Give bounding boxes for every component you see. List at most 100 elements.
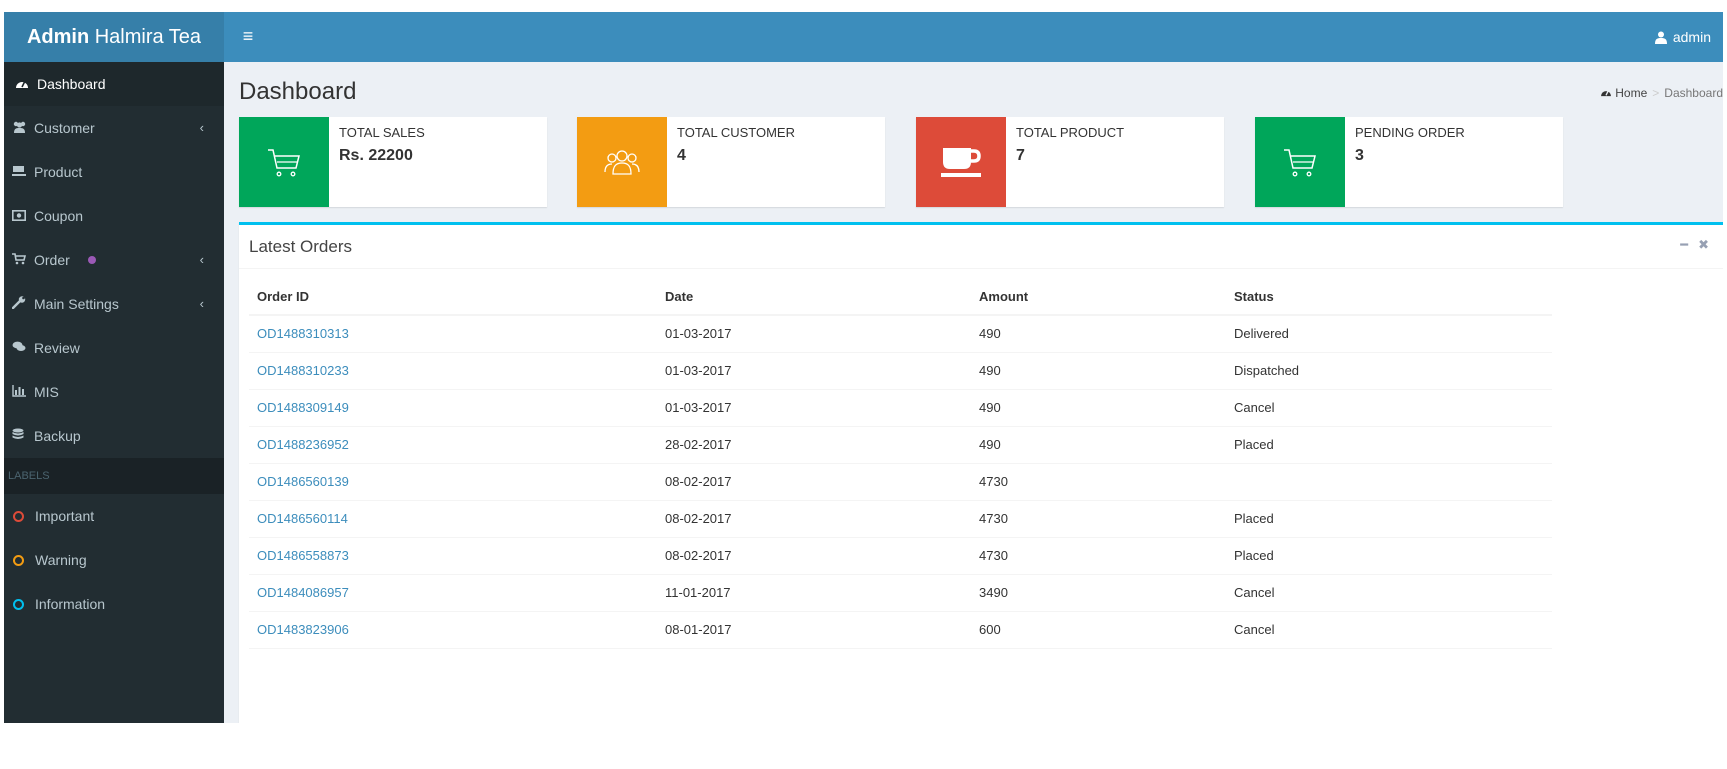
sidebar-label-information[interactable]: Information <box>4 582 224 626</box>
sidebar-item-label: Coupon <box>34 208 84 224</box>
order-status: Delivered <box>1226 315 1552 353</box>
info-box-pending-order: PENDING ORDER 3 <box>1255 117 1563 207</box>
order-amount: 490 <box>971 426 1226 464</box>
table-row: OD1483823906 08-01-2017 600 Cancel <box>249 611 1552 649</box>
order-amount: 490 <box>971 315 1226 353</box>
sidebar-item-label: Warning <box>35 552 87 568</box>
column-header-amount: Amount <box>971 279 1226 316</box>
box-title: Latest Orders <box>249 237 352 256</box>
sidebar-item-label: Dashboard <box>37 76 106 92</box>
logo-bold: Admin <box>26 26 90 48</box>
breadcrumb: Home > Dashboard <box>1600 86 1723 100</box>
sidebar-label-important[interactable]: Important <box>4 494 224 538</box>
order-id-link[interactable]: OD1486560114 <box>257 511 348 526</box>
page-title: Dashboard <box>239 78 357 105</box>
order-id-link[interactable]: OD1486558873 <box>257 548 349 563</box>
sidebar-label-warning[interactable]: Warning <box>4 538 224 582</box>
sidebar-item-review[interactable]: Review <box>4 326 224 370</box>
info-box-label: PENDING ORDER <box>1355 125 1465 140</box>
sidebar-item-label: Review <box>34 340 80 356</box>
chevron-left-icon: ‹ <box>199 252 204 267</box>
order-id-link[interactable]: OD1488236952 <box>257 437 349 452</box>
order-date: 01-03-2017 <box>657 352 971 390</box>
cart-icon <box>239 117 329 207</box>
circle-icon <box>13 599 24 610</box>
order-status: Placed <box>1226 426 1552 464</box>
circle-icon <box>13 555 24 566</box>
info-box-total-sales: TOTAL SALES Rs. 22200 <box>239 117 547 207</box>
sidebar-item-backup[interactable]: Backup <box>4 414 224 458</box>
sidebar: Dashboard Customer ‹ Product Coupon Orde… <box>4 62 224 723</box>
coffee-cup-icon <box>916 117 1006 207</box>
stats-row: TOTAL SALES Rs. 22200 TOTAL CUSTOMER 4 T… <box>239 117 1723 207</box>
sidebar-item-product[interactable]: Product <box>4 150 224 194</box>
wrench-icon <box>11 283 34 327</box>
top-navbar: ≡ admin <box>224 12 1723 62</box>
sidebar-item-label: Main Settings <box>34 296 119 312</box>
order-amount: 490 <box>971 352 1226 390</box>
order-id-link[interactable]: OD1483823906 <box>257 622 349 637</box>
database-icon <box>12 415 34 459</box>
table-header-row: Order ID Date Amount Status <box>249 279 1552 316</box>
sidebar-item-label: Information <box>35 596 106 612</box>
order-status: Dispatched <box>1226 352 1552 390</box>
hamburger-icon[interactable]: ≡ <box>236 12 260 62</box>
sidebar-item-label: Important <box>35 508 95 524</box>
table-row: OD1484086957 11-01-2017 3490 Cancel <box>249 574 1552 612</box>
breadcrumb-separator: > <box>1652 86 1660 100</box>
sidebar-item-mis[interactable]: MIS <box>4 370 224 414</box>
latest-orders-box: Latest Orders ━ ✖ Order ID Date Amount St… <box>239 222 1723 723</box>
sidebar-item-label: MIS <box>34 384 59 400</box>
order-status <box>1226 463 1552 501</box>
order-date: 11-01-2017 <box>657 574 971 612</box>
order-id-link[interactable]: OD1488309149 <box>257 400 349 415</box>
order-id-link[interactable]: OD1484086957 <box>257 585 349 600</box>
app-logo[interactable]: Admin Halmira Tea <box>4 12 224 62</box>
sidebar-item-dashboard[interactable]: Dashboard <box>4 62 224 106</box>
sidebar-item-order[interactable]: Order ‹ <box>4 238 224 282</box>
minimize-icon[interactable]: ━ <box>1680 237 1688 252</box>
order-amount: 4730 <box>971 537 1226 575</box>
table-row: OD1488310313 01-03-2017 490 Delivered <box>249 315 1552 353</box>
info-box-label: TOTAL CUSTOMER <box>677 125 795 140</box>
admin-app: Admin Halmira Tea ≡ admin Dashboard Cust… <box>4 12 1723 723</box>
info-box-total-product: TOTAL PRODUCT 7 <box>916 117 1224 207</box>
sidebar-item-coupon[interactable]: Coupon <box>4 194 224 238</box>
order-status: Placed <box>1226 500 1552 538</box>
info-box-label: TOTAL PRODUCT <box>1016 125 1125 140</box>
main-content: Dashboard Home > Dashboard TOTAL SALES Rs.… <box>224 62 1723 723</box>
order-date: 08-01-2017 <box>657 611 971 649</box>
user-icon <box>1654 14 1667 64</box>
info-box-value: 4 <box>677 147 686 164</box>
column-header-status: Status <box>1226 279 1552 316</box>
close-icon[interactable]: ✖ <box>1698 237 1709 252</box>
dashboard-icon <box>15 63 37 107</box>
cart-icon <box>12 239 34 283</box>
comments-icon <box>12 327 34 371</box>
sidebar-item-main-settings[interactable]: Main Settings ‹ <box>4 282 224 326</box>
users-icon <box>12 107 34 151</box>
order-amount: 4730 <box>971 463 1226 501</box>
labels-header: LABELS <box>4 458 224 494</box>
box-tools: ━ ✖ <box>1670 237 1709 253</box>
table-row: OD1486558873 08-02-2017 4730 Placed <box>249 537 1552 575</box>
breadcrumb-home[interactable]: Home <box>1615 86 1647 100</box>
table-row: OD1486560114 08-02-2017 4730 Placed <box>249 500 1552 538</box>
table-row: OD1488309149 01-03-2017 490 Cancel <box>249 389 1552 427</box>
sidebar-item-label: Customer <box>34 120 95 136</box>
dashboard-icon <box>1600 86 1615 100</box>
sidebar-item-label: Backup <box>34 428 81 444</box>
sidebar-item-label: Order <box>34 252 70 268</box>
order-amount: 4730 <box>971 500 1226 538</box>
user-menu[interactable]: admin <box>1654 12 1711 64</box>
order-date: 08-02-2017 <box>657 537 971 575</box>
info-box-total-customer: TOTAL CUSTOMER 4 <box>577 117 885 207</box>
info-box-value: Rs. 22200 <box>339 147 413 164</box>
sidebar-item-customer[interactable]: Customer ‹ <box>4 106 224 150</box>
order-date: 08-02-2017 <box>657 500 971 538</box>
order-id-link[interactable]: OD1486560139 <box>257 474 349 489</box>
table-row: OD1488236952 28-02-2017 490 Placed <box>249 426 1552 464</box>
order-id-link[interactable]: OD1488310313 <box>257 326 349 341</box>
orders-table: Order ID Date Amount Status OD1488310313… <box>249 279 1552 649</box>
order-id-link[interactable]: OD1488310233 <box>257 363 349 378</box>
